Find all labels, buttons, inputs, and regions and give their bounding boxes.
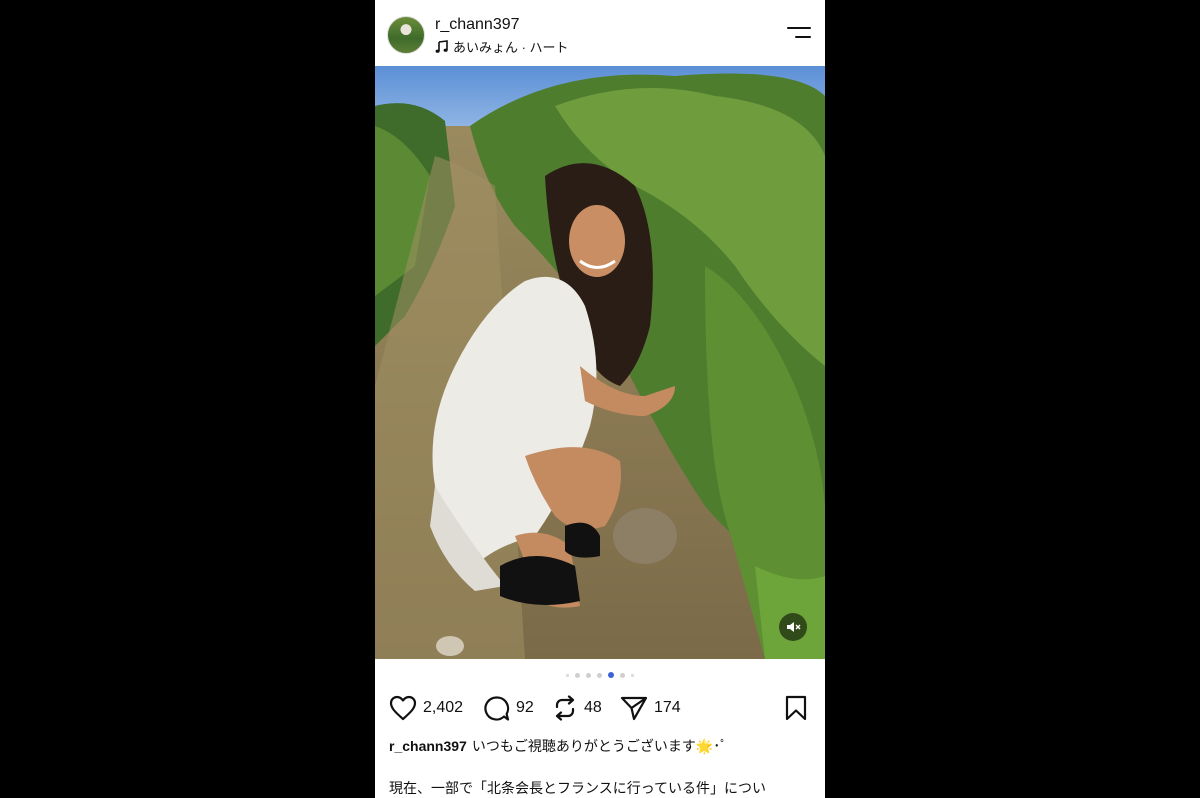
- post-header: r_chann397 あいみょん · ハート: [375, 0, 825, 66]
- music-label: あいみょん · ハート: [453, 40, 569, 55]
- repost-button[interactable]: 48: [552, 692, 602, 724]
- vineyard-photo: [375, 66, 825, 659]
- action-bar: 2,402 92 48 174: [375, 692, 825, 724]
- avatar[interactable]: [387, 16, 425, 54]
- share-button[interactable]: 174: [620, 692, 681, 724]
- username-link[interactable]: r_chann397: [435, 16, 520, 34]
- carousel-dot: [575, 672, 580, 678]
- carousel-indicator: [375, 670, 825, 680]
- like-button[interactable]: 2,402: [389, 692, 463, 724]
- post-photo[interactable]: [375, 66, 825, 659]
- carousel-dot: [620, 672, 625, 678]
- comment-button[interactable]: 92: [483, 692, 534, 724]
- post-screen: r_chann397 あいみょん · ハート 2,402 92 48 174 r…: [375, 0, 825, 798]
- mute-button[interactable]: [779, 613, 807, 641]
- caption-username[interactable]: r_chann397: [389, 738, 467, 754]
- send-icon: [620, 696, 648, 721]
- carousel-dot-active: [608, 672, 614, 678]
- menu-button[interactable]: [787, 24, 811, 42]
- like-count: 2,402: [423, 699, 464, 716]
- repost-count: 48: [584, 699, 602, 716]
- comment-count: 92: [516, 699, 534, 716]
- carousel-dot: [586, 672, 591, 678]
- speaker-muted-icon: [787, 622, 801, 632]
- carousel-dot: [566, 673, 569, 677]
- hamburger-icon: [787, 27, 811, 29]
- bookmark-icon: [785, 695, 807, 721]
- carousel-dot: [631, 673, 634, 677]
- music-note-icon: [435, 39, 448, 53]
- heart-icon: [389, 695, 417, 721]
- comment-bubble-icon: [484, 695, 510, 721]
- share-count: 174: [654, 699, 681, 716]
- post-caption: r_chann397 いつもご視聴ありがとうございます🌟･ﾟ: [389, 737, 811, 755]
- caption-continued: 現在、一部で「北条会長とフランスに行っている件」につい: [389, 780, 767, 796]
- hamburger-icon-line: [795, 36, 811, 38]
- caption-text: いつもご視聴ありがとうございます🌟･ﾟ: [471, 738, 728, 754]
- repost-icon: [555, 695, 575, 721]
- carousel-dot: [597, 672, 602, 678]
- music-track[interactable]: あいみょん · ハート: [435, 37, 569, 56]
- save-button[interactable]: [784, 692, 808, 724]
